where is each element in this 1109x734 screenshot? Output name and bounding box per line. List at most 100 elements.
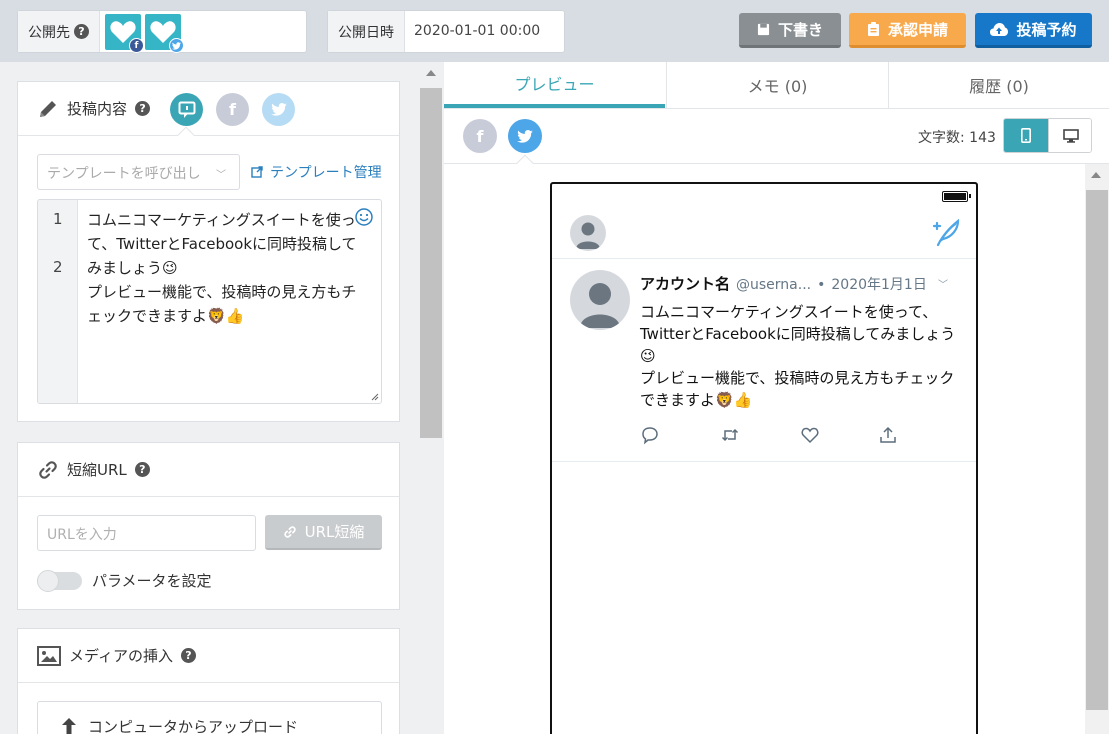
tweet-date: 2020年1月1日 — [831, 277, 927, 293]
external-link-icon — [251, 166, 263, 178]
line-number: 2 — [53, 258, 63, 276]
shorten-url-button[interactable]: URL短縮 — [265, 515, 382, 550]
smartphone-icon — [1021, 128, 1031, 143]
short-url-card: 短縮URL ? URLを入力 URL短縮 パラメータを設定 — [17, 442, 400, 610]
chevron-down-icon: ﹀ — [216, 170, 226, 181]
publish-to-box: 公開先 ? f — [17, 10, 307, 53]
link-icon — [39, 460, 57, 479]
account-avatar-twitter[interactable] — [145, 14, 184, 53]
battery-icon — [942, 191, 971, 202]
upload-arrow-icon — [62, 718, 76, 734]
post-content-card: 投稿内容 ? f テンプレートを呼び出し ﹀ テンプレート管理 1 2 コムニコ… — [17, 81, 400, 422]
active-tab-caret — [177, 126, 195, 144]
twitter-badge-icon — [169, 38, 184, 53]
preview-tabs: プレビュー メモ (0) 履歴 (0) — [444, 62, 1109, 109]
avatar — [570, 215, 606, 251]
tweet-account-name: アカウント名 — [640, 275, 731, 293]
editor-scrollbar[interactable] — [420, 62, 444, 734]
clipboard-icon — [867, 22, 879, 36]
publish-to-label: 公開先 — [28, 24, 70, 41]
twitter-tab-icon[interactable] — [262, 93, 295, 126]
post-content-header: 投稿内容 ? f — [18, 82, 399, 144]
url-input-placeholder: URLを入力 — [47, 527, 117, 543]
scroll-up-arrow-icon[interactable] — [1091, 172, 1101, 178]
character-count: 文字数: 143 — [918, 130, 996, 146]
draft-label: 下書き — [777, 20, 823, 39]
twitter-app-header — [552, 209, 976, 259]
post-content-title: 投稿内容 — [67, 100, 128, 118]
emoji-picker-icon[interactable] — [355, 208, 373, 226]
phone-preview-frame: アカウント名 @userna... • 2020年1月1日 ﹀ コムニコマーケティング… — [550, 182, 978, 734]
media-insert-header: メディアの挿入 ? — [18, 629, 399, 683]
compose-tweet-icon — [932, 219, 960, 247]
twitter-preview-icon[interactable] — [508, 119, 542, 153]
shorten-url-label: URL短縮 — [304, 523, 365, 541]
chevron-down-icon: ﹀ — [938, 280, 948, 291]
parameter-toggle[interactable] — [37, 570, 82, 592]
post-text-editor[interactable]: 1 2 コムニコマーケティングスイートを使って、TwitterとFacebook… — [37, 199, 382, 404]
media-insert-title: メディアの挿入 — [69, 647, 173, 665]
scrollbar-thumb[interactable] — [1086, 190, 1108, 710]
avatar — [570, 270, 630, 330]
facebook-badge-icon: f — [129, 38, 144, 53]
tab-preview[interactable]: プレビュー — [444, 62, 665, 108]
active-preview-caret — [516, 154, 534, 172]
share-icon — [878, 425, 898, 449]
image-icon — [37, 645, 61, 666]
draft-button[interactable]: 下書き — [739, 13, 841, 48]
short-url-title: 短縮URL — [67, 461, 127, 479]
help-icon[interactable]: ? — [74, 24, 89, 39]
approval-request-button[interactable]: 承認申請 — [849, 13, 966, 48]
url-input[interactable]: URLを入力 — [37, 515, 256, 551]
upload-label: コンピュータからアップロード — [88, 718, 299, 734]
publish-date-label: 公開日時 — [328, 11, 405, 52]
line-number-gutter: 1 2 — [38, 200, 78, 403]
like-heart-icon — [800, 425, 820, 449]
mobile-view-button[interactable] — [1004, 119, 1048, 152]
publish-date-input[interactable]: 2020-01-01 00:00 — [414, 23, 540, 39]
approval-request-label: 承認申請 — [887, 20, 948, 39]
common-post-tab-icon[interactable] — [170, 93, 203, 126]
media-insert-card: メディアの挿入 ? コンピュータからアップロード — [17, 628, 400, 734]
preview-scrollbar[interactable] — [1085, 164, 1109, 734]
template-select-placeholder: テンプレートを呼び出し — [47, 166, 201, 182]
template-select[interactable]: テンプレートを呼び出し ﹀ — [37, 154, 240, 190]
parameter-toggle-label: パラメータを設定 — [92, 572, 212, 590]
facebook-preview-icon[interactable]: f — [463, 119, 497, 153]
tweet-meta: アカウント名 @userna... • 2020年1月1日 — [640, 273, 927, 294]
tweet-separator: • — [817, 277, 826, 293]
retweet-icon — [720, 425, 740, 449]
publish-date-box: 公開日時 2020-01-01 00:00 — [327, 10, 565, 53]
short-url-header: 短縮URL ? — [18, 443, 399, 497]
tab-history[interactable]: 履歴 (0) — [888, 62, 1109, 108]
pencil-icon — [40, 100, 56, 117]
tab-memo[interactable]: メモ (0) — [666, 62, 888, 108]
monitor-icon — [1062, 128, 1079, 143]
publish-to-label-cell: 公開先 ? — [18, 11, 100, 52]
tweet-card: アカウント名 @userna... • 2020年1月1日 ﹀ コムニコマーケティング… — [552, 260, 976, 462]
tweet-handle: @userna... — [736, 277, 812, 293]
schedule-post-button[interactable]: 投稿予約 — [975, 13, 1092, 48]
schedule-post-label: 投稿予約 — [1016, 20, 1077, 39]
upload-from-computer-button[interactable]: コンピュータからアップロード — [37, 701, 382, 734]
account-avatar-facebook[interactable]: f — [105, 14, 144, 53]
help-icon[interactable]: ? — [180, 648, 196, 663]
help-icon[interactable]: ? — [135, 101, 151, 116]
top-bar: 公開先 ? f 公開日時 2020-01-01 00:00 下書き 承認申請 投… — [0, 0, 1109, 62]
save-icon — [757, 23, 770, 35]
desktop-view-button[interactable] — [1048, 119, 1091, 152]
editor-panel: 投稿内容 ? f テンプレートを呼び出し ﹀ テンプレート管理 1 2 コムニコ… — [0, 62, 444, 734]
resize-handle-icon[interactable] — [369, 391, 379, 401]
preview-panel: プレビュー メモ (0) 履歴 (0) f 文字数: 143 アカウント名 @u… — [444, 62, 1109, 734]
scrollbar-thumb[interactable] — [420, 88, 442, 438]
cloud-upload-icon — [990, 22, 1009, 36]
tweet-text: コムニコマーケティングスイートを使って、TwitterとFacebookに同時投… — [640, 303, 956, 409]
device-toggle-group — [1003, 118, 1092, 153]
toggle-knob — [37, 570, 59, 592]
facebook-tab-icon[interactable]: f — [216, 93, 249, 126]
link-icon — [283, 525, 296, 538]
help-icon[interactable]: ? — [134, 462, 150, 477]
scroll-up-arrow-icon[interactable] — [426, 70, 436, 76]
template-manage-link[interactable]: テンプレート管理 — [251, 162, 382, 182]
post-text[interactable]: コムニコマーケティングスイートを使って、TwitterとFacebookに同時投… — [87, 208, 367, 328]
